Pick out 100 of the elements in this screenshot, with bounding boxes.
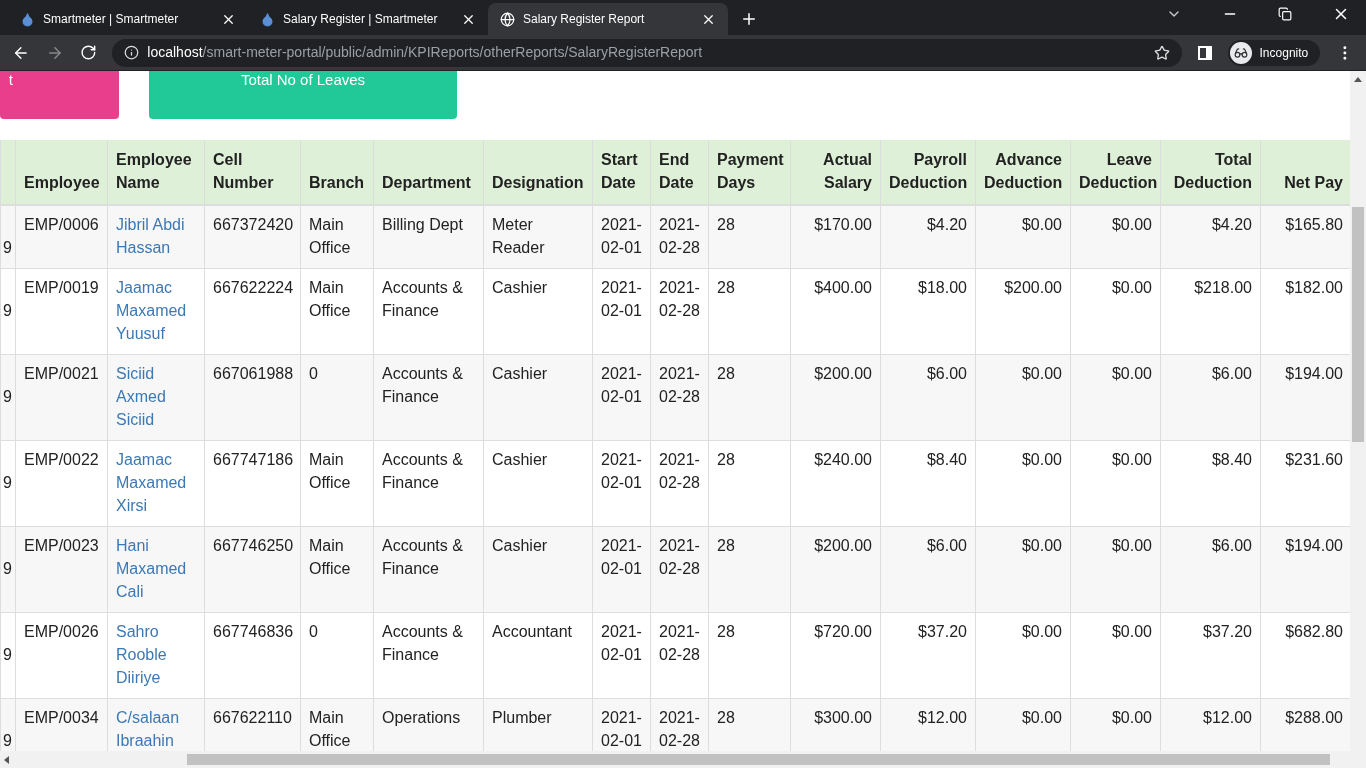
horizontal-scrollbar[interactable] [0, 751, 1350, 768]
scroll-up-icon[interactable] [1354, 77, 1362, 82]
table-cell: Cashier [483, 526, 593, 613]
table-cell: 0 [300, 612, 374, 699]
employee-name-link[interactable]: Siciid Axmed Siciid [107, 354, 205, 441]
table-cell: Accounts & Finance [373, 268, 484, 355]
tab-title: Smartmeter | Smartmeter [43, 11, 180, 28]
table-cell: $0.00 [1070, 354, 1161, 441]
table-cell: 2021-02-28 [650, 612, 709, 699]
table-cell: $0.00 [1070, 526, 1161, 613]
table-cell: 2021-02-28 [650, 440, 709, 527]
table-cell: Accounts & Finance [373, 354, 484, 441]
table-cell: $0.00 [975, 526, 1071, 613]
table-cell: $200.00 [790, 354, 881, 441]
table-cell: Cashier [483, 354, 593, 441]
table-cell: EMP/0023 [15, 526, 108, 613]
restore-icon[interactable] [1278, 7, 1292, 21]
table-cell: $6.00 [1160, 354, 1261, 441]
table-cell: 667372420 [204, 205, 301, 269]
tab-title: Salary Register | Smartmeter [283, 11, 439, 28]
table-cell: 667622224 [204, 268, 301, 355]
table-cell: Meter Reader [483, 205, 593, 269]
table-cell: 667746250 [204, 526, 301, 613]
table-cell: $4.20 [1160, 205, 1261, 269]
new-tab-icon[interactable] [740, 10, 758, 28]
incognito-icon [1229, 41, 1252, 64]
table-cell: EMP/0022 [15, 440, 108, 527]
column-header [0, 140, 16, 205]
tab-title: Salary Register Report [523, 11, 646, 28]
table-cell: 9 [0, 205, 16, 269]
table-cell: $8.40 [1160, 440, 1261, 527]
table-cell: 9 [0, 268, 16, 355]
table-cell: 28 [708, 612, 791, 699]
table-cell: $0.00 [975, 205, 1071, 269]
table-cell: Main Office [300, 526, 374, 613]
table-cell: $0.00 [1070, 612, 1161, 699]
table-cell: $18.00 [880, 268, 976, 355]
profile-button[interactable]: Incognito [1227, 39, 1321, 66]
employee-name-link[interactable]: Jaamac Maxamed Xirsi [107, 440, 205, 527]
table-cell: $8.40 [880, 440, 976, 527]
card-label: t [8, 72, 14, 90]
table-cell: $170.00 [790, 205, 881, 269]
table-cell: 2021-02-28 [650, 205, 709, 269]
table-cell: 9 [0, 354, 16, 441]
table-cell: 0 [300, 354, 374, 441]
vertical-scrollbar[interactable] [1350, 71, 1366, 768]
table-cell: 9 [0, 526, 16, 613]
table-cell: $4.20 [880, 205, 976, 269]
bookmark-star-icon[interactable] [1153, 44, 1170, 61]
table-cell: Accounts & Finance [373, 612, 484, 699]
address-bar[interactable]: localhost/smart-meter-portal/public/admin/KPIReports/otherReports/SalaryRegisterReport [112, 38, 1182, 67]
info-icon[interactable] [124, 45, 140, 60]
table-cell: 28 [708, 205, 791, 269]
table-cell: Accounts & Finance [373, 526, 484, 613]
table-cell: $0.00 [975, 612, 1071, 699]
table-cell: $200.00 [790, 526, 881, 613]
table-cell: 2021-02-01 [592, 205, 651, 269]
drop-icon [260, 11, 275, 27]
table-cell: 2021-02-01 [592, 526, 651, 613]
table-cell: Accounts & Finance [373, 440, 484, 527]
table-cell: EMP/0026 [15, 612, 108, 699]
table-cell: $200.00 [975, 268, 1071, 355]
table-cell: $6.00 [1160, 526, 1261, 613]
table-cell: 2021-02-28 [650, 526, 709, 613]
table-cell: Accountant [483, 612, 593, 699]
table-cell: $37.20 [1160, 612, 1261, 699]
table-cell: 2021-02-01 [592, 354, 651, 441]
table-cell: $240.00 [790, 440, 881, 527]
table-cell: EMP/0021 [15, 354, 108, 441]
table-cell: Main Office [300, 205, 374, 269]
table-cell: 2021-02-28 [650, 354, 709, 441]
table-cell: $0.00 [1070, 205, 1161, 269]
side-panel-icon[interactable] [1197, 45, 1212, 60]
url-text: localhost/smart-meter-portal/public/admin/KPIReports/otherReports/SalaryRegisterReport [147, 43, 704, 62]
table-cell: 667061988 [204, 354, 301, 441]
table-cell: $218.00 [1160, 268, 1261, 355]
table-cell: $400.00 [790, 268, 881, 355]
table-cell: $0.00 [1070, 440, 1161, 527]
table-cell: $720.00 [790, 612, 881, 699]
table-cell: EMP/0019 [15, 268, 108, 355]
scroll-left-icon[interactable] [4, 755, 9, 764]
table-cell: 28 [708, 526, 791, 613]
employee-name-link[interactable]: Sahro Rooble Diiriye [107, 612, 205, 699]
drop-icon [20, 11, 35, 27]
reload-icon[interactable] [79, 44, 97, 61]
employee-name-link[interactable]: Jibril Abdi Hassan [107, 205, 205, 269]
table-cell: $0.00 [975, 440, 1071, 527]
table-cell: 667746836 [204, 612, 301, 699]
browser-tab[interactable]: Salary Register Report [488, 3, 728, 35]
table-cell: 2021-02-01 [592, 268, 651, 355]
table-cell: 9 [0, 440, 16, 527]
table-cell: $6.00 [880, 526, 976, 613]
table-cell: 9 [0, 612, 16, 699]
globe-icon [500, 11, 515, 27]
table-cell: 667747186 [204, 440, 301, 527]
table-cell: 28 [708, 354, 791, 441]
table-cell: 2021-02-01 [592, 440, 651, 527]
employee-name-link[interactable]: Hani Maxamed Cali [107, 526, 205, 613]
employee-name-link[interactable]: Jaamac Maxamed Yuusuf [107, 268, 205, 355]
table-cell: $37.20 [880, 612, 976, 699]
